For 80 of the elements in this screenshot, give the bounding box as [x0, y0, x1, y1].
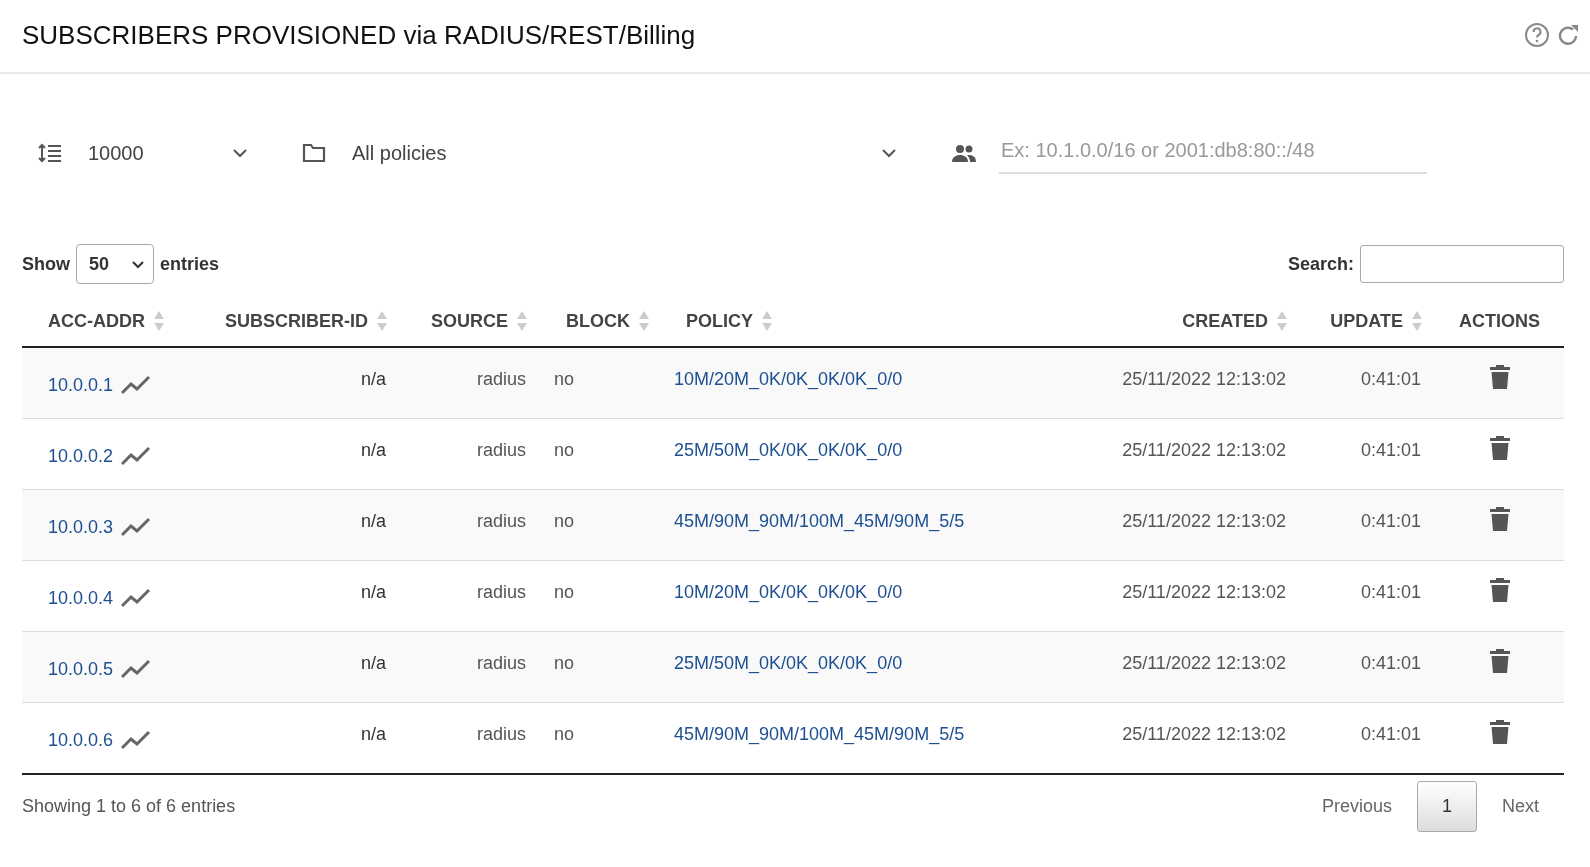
table-cell: n/a: [360, 368, 386, 389]
table-cell: radius: [476, 439, 526, 460]
table-cell: no: [554, 723, 575, 744]
entries-label: entries: [160, 253, 220, 275]
trash-icon[interactable]: [1488, 718, 1511, 745]
address-link[interactable]: 10.0.0.3: [48, 516, 114, 538]
search-label: Search:: [1287, 253, 1354, 275]
help-icon[interactable]: [1524, 22, 1550, 48]
entries-select[interactable]: 50: [76, 244, 154, 284]
table-cell: 0:41:01: [1360, 439, 1421, 460]
address-link[interactable]: 10.0.0.4: [48, 587, 114, 609]
policy-link[interactable]: 10M/20M_0K/0K_0K/0K_0/0: [674, 581, 903, 602]
table-cell: radius: [476, 581, 526, 602]
table-cell: 25/11/2022 12:13:02: [1122, 723, 1286, 744]
table-cell: radius: [476, 652, 526, 673]
address-link[interactable]: 10.0.0.6: [48, 729, 114, 751]
chevron-down-icon: [232, 148, 248, 158]
table-cell: no: [554, 368, 575, 389]
trash-icon[interactable]: [1488, 576, 1511, 603]
table-cell: no: [554, 581, 575, 602]
sort-icon: [516, 310, 528, 332]
table-cell: 25/11/2022 12:13:02: [1122, 510, 1286, 531]
show-label: Show: [22, 253, 70, 275]
policy-link[interactable]: 45M/90M_90M/100M_45M/90M_5/5: [674, 723, 965, 744]
table-cell: n/a: [360, 581, 386, 602]
table-cell: 0:41:01: [1360, 368, 1421, 389]
chart-line-icon[interactable]: [121, 659, 152, 679]
policy-link[interactable]: 25M/50M_0K/0K_0K/0K_0/0: [674, 652, 903, 673]
trash-icon[interactable]: [1488, 647, 1511, 674]
table-cell: 25/11/2022 12:13:02: [1122, 439, 1286, 460]
table-cell: 0:41:01: [1360, 723, 1421, 744]
page-title: SUBSCRIBERS PROVISIONED via RADIUS/REST/Billing: [22, 19, 696, 51]
sort-icon: [1411, 310, 1423, 332]
table-cell: n/a: [360, 510, 386, 531]
address-link[interactable]: 10.0.0.5: [48, 658, 114, 680]
policy-select[interactable]: All policies: [348, 135, 901, 171]
address-link[interactable]: 10.0.0.2: [48, 445, 114, 467]
max-rows-select[interactable]: 10000: [84, 135, 252, 171]
sort-icon: [761, 310, 773, 332]
table-cell: 0:41:01: [1360, 510, 1421, 531]
table-cell: no: [554, 510, 575, 531]
table-cell: 0:41:01: [1360, 581, 1421, 602]
previous-button[interactable]: Previous: [1296, 781, 1417, 832]
table-cell: radius: [476, 510, 526, 531]
table-cell: 25/11/2022 12:13:02: [1122, 581, 1286, 602]
line-spacing-icon: [38, 143, 62, 163]
table-cell: no: [554, 652, 575, 673]
chart-line-icon[interactable]: [121, 730, 152, 750]
table-cell: n/a: [360, 652, 386, 673]
sort-icon: [638, 310, 650, 332]
table-cell: 0:41:01: [1360, 652, 1421, 673]
policy-link[interactable]: 10M/20M_0K/0K_0K/0K_0/0: [674, 368, 903, 389]
table-cell: radius: [476, 368, 526, 389]
next-button[interactable]: Next: [1477, 781, 1564, 832]
chart-line-icon[interactable]: [121, 588, 152, 608]
sort-icon: [376, 310, 388, 332]
refresh-icon[interactable]: [1558, 23, 1580, 47]
chevron-down-icon: [881, 148, 897, 158]
entries-info: Showing 1 to 6 of 6 entries: [22, 796, 236, 817]
table-cell: 25/11/2022 12:13:02: [1122, 368, 1286, 389]
chart-line-icon[interactable]: [121, 517, 152, 537]
search-field[interactable]: [1360, 245, 1564, 283]
chevron-down-icon: [131, 259, 145, 269]
policy-link[interactable]: 25M/50M_0K/0K_0K/0K_0/0: [674, 439, 903, 460]
sort-icon: [153, 310, 165, 332]
people-icon: [951, 143, 977, 163]
sort-icon: [1276, 310, 1288, 332]
chart-line-icon[interactable]: [121, 375, 152, 395]
folder-icon: [302, 143, 326, 163]
chart-line-icon[interactable]: [121, 446, 152, 466]
trash-icon[interactable]: [1488, 434, 1511, 461]
trash-icon[interactable]: [1488, 363, 1511, 390]
table-cell: n/a: [360, 723, 386, 744]
table-cell: no: [554, 439, 575, 460]
trash-icon[interactable]: [1488, 505, 1511, 532]
table-cell: 25/11/2022 12:13:02: [1122, 652, 1286, 673]
table-cell: n/a: [360, 439, 386, 460]
address-link[interactable]: 10.0.0.1: [48, 374, 114, 396]
table-cell: radius: [476, 723, 526, 744]
page-button[interactable]: 1: [1416, 781, 1477, 832]
